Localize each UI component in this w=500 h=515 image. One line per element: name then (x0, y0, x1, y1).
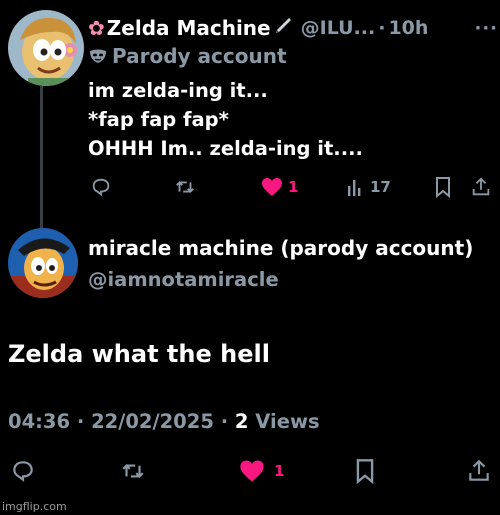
reply-icon (92, 178, 110, 197)
parent-share-button[interactable] (470, 176, 492, 198)
views-label: Views (255, 410, 320, 433)
parent-tweet-text: im zelda-ing it... *fap fap fap* OHHH Im… (88, 76, 488, 163)
watermark: imgflip.com (2, 500, 67, 513)
tweet-line: im zelda-ing it... (88, 79, 268, 102)
retweet-icon (122, 464, 144, 478)
reply-icon (13, 461, 33, 482)
main-author-handle[interactable]: @iamnotamiracle (88, 268, 279, 291)
main-share-button[interactable] (466, 458, 492, 484)
parent-author-handle[interactable]: @ILU... (301, 17, 376, 39)
more-horizontal-icon[interactable]: ··· (474, 18, 498, 39)
main-retweet-button[interactable] (120, 458, 146, 484)
cherry-blossom-emoji-icon: ✿ (88, 16, 105, 40)
mask-icon (88, 46, 108, 66)
thread-connector-line (40, 86, 43, 228)
tweet-line: *fap fap fap* (88, 108, 229, 131)
tweet-line: OHHH Im.. zelda-ing it.... (88, 137, 363, 160)
tweet-date[interactable]: 22/02/2025 (91, 410, 214, 433)
heart-filled-icon (262, 178, 282, 196)
main-bookmark-button[interactable] (354, 458, 376, 484)
tweet-meta-row: 04:36 · 22/02/2025 · 2 Views (8, 410, 320, 433)
share-icon (472, 177, 490, 196)
retweet-icon (176, 181, 194, 193)
parent-reply-button[interactable] (90, 176, 112, 198)
main-tweet-text: Zelda what the hell (8, 340, 270, 368)
parody-label-row: Parody account (88, 44, 287, 68)
parent-like-count: 1 (288, 178, 299, 196)
meta-separator: · (220, 410, 229, 433)
parent-tweet-header: ✿ Zelda Machine @ILU... · 10h ··· (88, 12, 498, 44)
heart-filled-icon (240, 460, 264, 482)
share-icon (469, 459, 489, 481)
bookmark-icon (436, 177, 450, 198)
parent-author-avatar[interactable] (8, 10, 84, 86)
parent-author-name[interactable]: Zelda Machine (107, 16, 271, 40)
views-count: 2 (234, 410, 249, 433)
parent-views-button[interactable]: 17 (346, 176, 391, 198)
parody-account-label: Parody account (112, 44, 287, 68)
main-author-name[interactable]: miracle machine (parody account) (88, 236, 473, 260)
time-separator: · (378, 17, 386, 39)
parent-views-count: 17 (370, 178, 391, 196)
parent-tweet-time[interactable]: 10h (388, 17, 428, 39)
parent-retweet-button[interactable] (174, 176, 196, 198)
tweet-time[interactable]: 04:36 (8, 410, 70, 433)
bookmark-icon (356, 459, 374, 484)
parent-like-button[interactable]: 1 (260, 176, 298, 198)
main-like-count: 1 (274, 462, 285, 480)
pen-emoji-icon (273, 16, 293, 40)
main-like-button[interactable]: 1 (238, 458, 284, 484)
main-reply-button[interactable] (10, 458, 36, 484)
meta-separator: · (76, 410, 85, 433)
views-chart-icon (348, 180, 361, 196)
parent-bookmark-button[interactable] (434, 176, 452, 198)
main-author-avatar[interactable] (8, 228, 78, 298)
